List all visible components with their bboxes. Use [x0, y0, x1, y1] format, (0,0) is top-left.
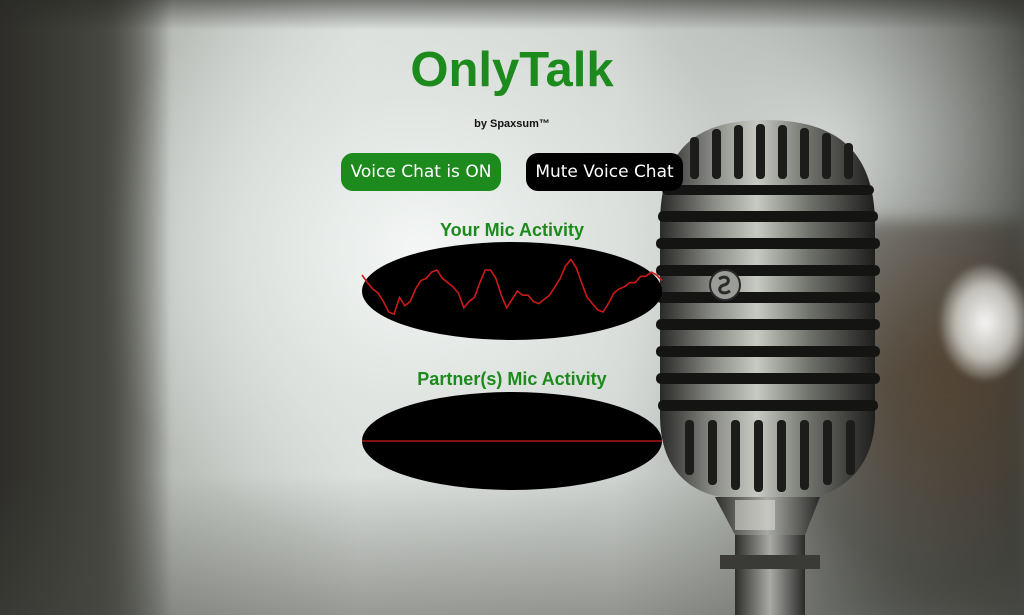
background-shade-top	[0, 0, 1024, 30]
app-title: OnlyTalk	[410, 43, 614, 97]
mute-voice-chat-button[interactable]: Mute Voice Chat	[526, 153, 683, 191]
microphone-icon	[656, 120, 880, 615]
your-mic-visualizer	[361, 242, 663, 340]
bokeh-light	[940, 265, 1024, 380]
partner-mic-visualizer	[362, 392, 662, 490]
partner-mic-activity-label: Partner(s) Mic Activity	[417, 369, 607, 389]
voice-chat-status-button[interactable]: Voice Chat is ON	[341, 153, 501, 191]
your-mic-activity-label: Your Mic Activity	[439, 220, 585, 240]
app-byline: by Spaxsum™	[474, 118, 550, 130]
